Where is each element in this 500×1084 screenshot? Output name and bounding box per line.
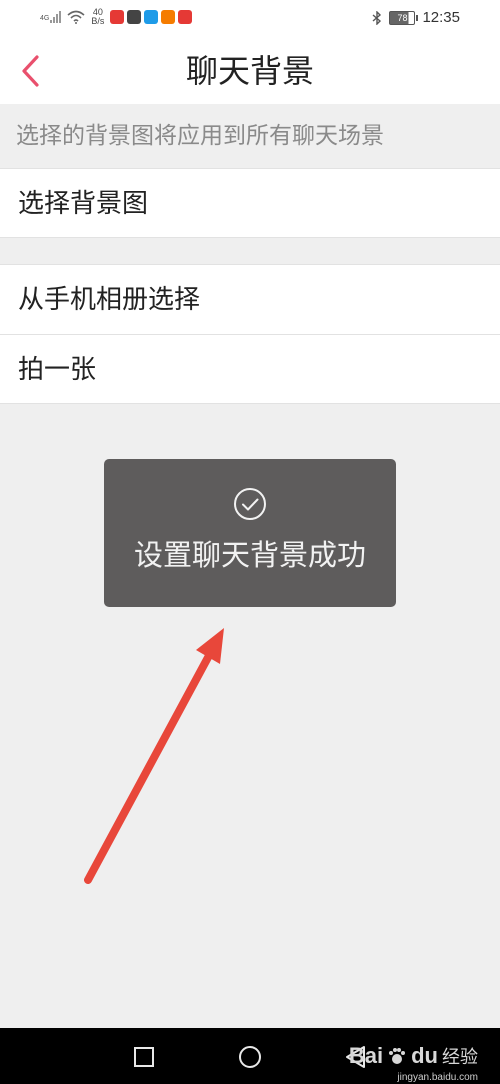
speed-unit: B/s: [91, 16, 105, 26]
choose-background-item[interactable]: 选择背景图: [0, 168, 500, 238]
cell-signal: 4G: [40, 11, 62, 23]
navigation-bar: Bai du 经验 jingyan.baidu.com: [0, 1028, 500, 1084]
choose-background-label: 选择背景图: [18, 189, 149, 219]
recent-apps-button[interactable]: [131, 1044, 157, 1070]
success-toast: 设置聊天背景成功: [104, 459, 396, 607]
battery-indicator: 78: [389, 10, 419, 25]
watermark-brand: Bai: [348, 1043, 384, 1068]
app-dark-icon: [127, 10, 142, 24]
square-icon: [134, 1047, 154, 1067]
network-speed: 40 B/s: [91, 8, 104, 26]
take-photo-item[interactable]: 拍一张: [0, 334, 500, 404]
app-blue-icon: [144, 10, 159, 24]
clock: 12:35: [422, 9, 460, 26]
check-circle-icon: [234, 488, 266, 520]
status-right: 78 12:35: [372, 9, 460, 26]
page-title: 聊天背景: [185, 52, 314, 90]
app-red-bar-icon: [178, 10, 193, 24]
toast-message: 设置聊天背景成功: [133, 538, 366, 572]
network-label: 4G: [40, 15, 50, 22]
back-button[interactable]: [16, 54, 48, 88]
bluetooth-icon: [372, 10, 382, 25]
wifi-icon: [67, 10, 85, 24]
notification-app-icons: [110, 10, 193, 24]
app-orange-icon: [161, 10, 176, 24]
chevron-left-icon: [22, 55, 39, 87]
watermark-url: jingyan.baidu.com: [397, 1072, 478, 1083]
hint-text: 选择的背景图将应用到所有聊天场景: [16, 123, 384, 149]
paw-icon: [389, 1048, 406, 1064]
baidu-jingyan-watermark: Bai du 经验 jingyan.baidu.com: [348, 1036, 478, 1083]
watermark-label: 经验: [442, 1047, 478, 1068]
status-bar: 4G 40 B/s 78 12:35: [0, 0, 500, 36]
status-left: 4G 40 B/s: [40, 8, 193, 26]
take-photo-label: 拍一张: [18, 355, 97, 385]
from-album-label: 从手机相册选择: [18, 285, 201, 315]
app-red-icon: [110, 10, 125, 24]
from-album-item[interactable]: 从手机相册选择: [0, 264, 500, 334]
watermark-brand-2: du: [411, 1043, 438, 1068]
app-header: 聊天背景: [0, 36, 500, 104]
circle-icon: [239, 1046, 261, 1068]
signal-bars-icon: [50, 11, 62, 23]
home-button[interactable]: [237, 1044, 263, 1070]
